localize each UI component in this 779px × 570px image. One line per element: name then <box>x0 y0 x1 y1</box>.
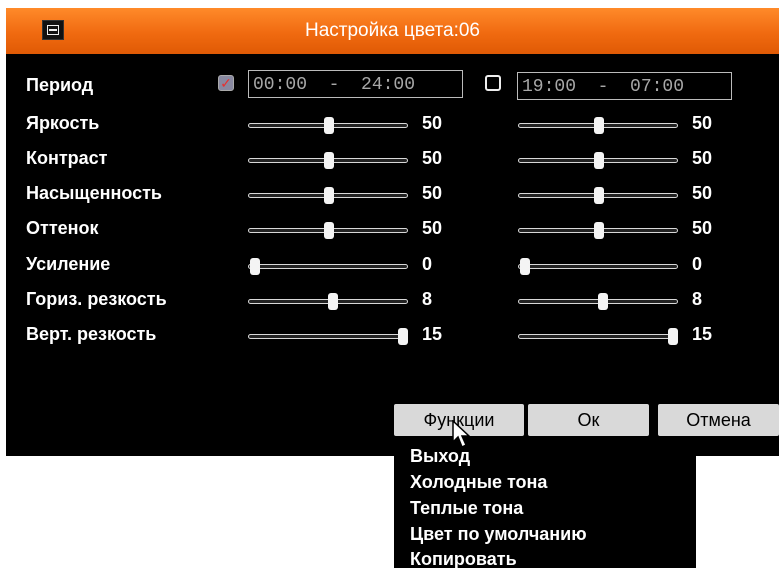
right-slider-track[interactable] <box>518 334 678 339</box>
left-slider-thumb[interactable] <box>250 258 260 275</box>
left-slider-value: 50 <box>422 183 443 203</box>
setting-label: Усиление <box>26 254 111 274</box>
left-slider-thumb[interactable] <box>324 152 334 169</box>
right-slider-value: 0 <box>692 254 703 274</box>
functions-menu: Выход Холодные тона Теплые тона Цвет по … <box>394 438 696 570</box>
right-slider-thumb[interactable] <box>594 117 604 134</box>
menu-item-warm-tones[interactable]: Теплые тона <box>410 498 523 519</box>
cancel-button[interactable]: Отмена <box>658 404 779 436</box>
right-slider-thumb[interactable] <box>594 222 604 239</box>
schedule2-time-range[interactable]: 19:00 - 07:00 <box>517 72 732 100</box>
right-slider-value: 50 <box>692 148 713 168</box>
right-slider-track[interactable] <box>518 264 678 269</box>
left-slider-value: 50 <box>422 113 443 133</box>
menu-item-cold-tones[interactable]: Холодные тона <box>410 472 547 493</box>
setting-label: Верт. резкость <box>26 324 157 344</box>
right-slider-value: 50 <box>692 218 713 238</box>
left-slider-thumb[interactable] <box>328 293 339 310</box>
setting-label: Контраст <box>26 148 108 168</box>
left-slider-value: 8 <box>422 289 433 309</box>
left-slider-thumb[interactable] <box>324 222 334 239</box>
checkmark-icon: ✓ <box>220 75 232 91</box>
left-slider-thumb[interactable] <box>324 187 334 204</box>
menu-item-default-color[interactable]: Цвет по умолчанию <box>410 524 587 545</box>
left-slider-value: 0 <box>422 254 433 274</box>
right-slider-thumb[interactable] <box>520 258 530 275</box>
left-slider-thumb[interactable] <box>398 328 408 345</box>
schedule1-time-range[interactable]: 00:00 - 24:00 <box>248 70 463 98</box>
mouse-pointer-icon <box>452 420 471 449</box>
left-slider-value: 50 <box>422 218 443 238</box>
left-slider-thumb[interactable] <box>324 117 334 134</box>
right-slider-thumb[interactable] <box>594 187 604 204</box>
left-slider-track[interactable] <box>248 334 408 339</box>
left-slider-value: 50 <box>422 148 443 168</box>
right-slider-value: 50 <box>692 183 713 203</box>
right-slider-value: 50 <box>692 113 713 133</box>
schedule2-checkbox[interactable] <box>485 75 501 91</box>
left-slider-track[interactable] <box>248 264 408 269</box>
right-slider-thumb[interactable] <box>594 152 604 169</box>
title-bar: Настройка цвета:06 <box>6 8 779 54</box>
right-slider-thumb[interactable] <box>598 293 609 310</box>
ok-button[interactable]: Ок <box>528 404 649 436</box>
setting-label: Яркость <box>26 113 100 133</box>
right-slider-value: 8 <box>692 289 703 309</box>
period-label: Период <box>26 75 94 95</box>
window-title: Настройка цвета:06 <box>305 20 480 41</box>
right-slider-thumb[interactable] <box>668 328 678 345</box>
menu-item-copy[interactable]: Копировать <box>410 549 517 570</box>
left-slider-value: 15 <box>422 324 443 344</box>
schedule1-checkbox[interactable]: ✓ <box>218 75 234 91</box>
right-slider-value: 15 <box>692 324 713 344</box>
setting-label: Насыщенность <box>26 183 162 203</box>
setting-label: Гориз. резкость <box>26 289 167 309</box>
setting-label: Оттенок <box>26 218 99 238</box>
